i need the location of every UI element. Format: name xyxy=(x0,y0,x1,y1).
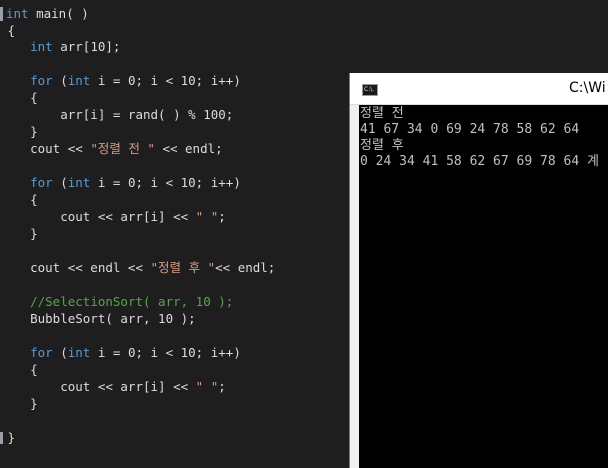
code-line: cout << arr[i] << " "; xyxy=(0,378,226,395)
code-line: } xyxy=(0,225,38,242)
code-token-plain: arr[10]; xyxy=(52,39,121,54)
code-line: for (int i = 0; i < 10; i++) xyxy=(0,344,241,361)
code-token-plain: { xyxy=(0,362,38,377)
console-output-line: 41 67 34 0 69 24 78 58 62 64 xyxy=(360,122,580,137)
code-line: cout << "정렬 전 " << endl; xyxy=(0,140,223,157)
console-app-icon[interactable]: C:\. xyxy=(362,84,378,96)
code-token-plain: << endl; xyxy=(215,260,276,275)
code-line: { xyxy=(0,361,38,378)
code-token-plain: ( xyxy=(52,73,68,88)
code-token-plain: i = 0; i < 10; i++) xyxy=(90,175,241,190)
code-token-kw: int xyxy=(67,73,91,88)
code-line: { xyxy=(0,191,38,208)
code-token-plain: ( xyxy=(52,345,68,360)
code-token-kw: for xyxy=(30,175,53,190)
code-token-plain: ; xyxy=(218,209,226,224)
code-token-plain: ; xyxy=(218,379,226,394)
fold-marker[interactable] xyxy=(0,7,3,21)
console-window[interactable]: C:\. C:\Wi 정렬 전 41 67 34 0 69 24 78 58 6… xyxy=(349,73,608,468)
code-token-plain: } xyxy=(0,124,38,139)
code-token-kw: int xyxy=(30,39,53,54)
code-token-plain: } xyxy=(0,226,38,241)
code-token-plain: BubbleSort( arr, 10 ); xyxy=(0,311,196,326)
code-token-plain: } xyxy=(0,430,16,445)
code-token-plain: { xyxy=(0,192,38,207)
console-icon-label: C:\. xyxy=(364,86,375,93)
code-line: } xyxy=(0,395,38,412)
code-token-plain: main( ) xyxy=(28,6,89,21)
code-line: cout << arr[i] << " "; xyxy=(0,208,226,225)
code-token-plain: i = 0; i < 10; i++) xyxy=(90,345,241,360)
code-line: } xyxy=(0,429,16,446)
code-token-kw: for xyxy=(30,73,53,88)
console-output-area[interactable]: 정렬 전 41 67 34 0 69 24 78 58 62 64 정렬 후 0… xyxy=(359,105,608,468)
console-output-line: 정렬 전 xyxy=(360,106,404,121)
code-token-plain: ( xyxy=(52,175,68,190)
console-output-line: 0 24 34 41 58 62 67 69 78 64 계 xyxy=(360,154,599,169)
code-token-plain: cout << endl << xyxy=(0,260,151,275)
code-line: { xyxy=(0,89,38,106)
code-line: for (int i = 0; i < 10; i++) xyxy=(0,174,241,191)
code-line: BubbleSort( arr, 10 ); xyxy=(0,310,196,327)
code-line: int arr[10]; xyxy=(0,38,120,55)
code-token-str: " " xyxy=(195,209,219,224)
code-line: for (int i = 0; i < 10; i++) xyxy=(0,72,241,89)
console-title: C:\Wi xyxy=(569,80,606,96)
code-token-plain: arr[i] = rand( ) % 100; xyxy=(0,107,234,122)
code-token-str: "정렬 전 " xyxy=(90,141,155,156)
code-line: { xyxy=(0,22,16,39)
code-token-cmt: //SelectionSort( arr, 10 ); xyxy=(30,294,234,309)
code-line: cout << endl << "정렬 후 "<< endl; xyxy=(0,259,275,276)
code-token-plain: cout << arr[i] << xyxy=(0,209,196,224)
code-token-kw: int xyxy=(67,175,91,190)
console-output-line: 정렬 후 xyxy=(360,138,404,153)
code-token-kw: int xyxy=(6,6,29,21)
code-line: //SelectionSort( arr, 10 ); xyxy=(0,293,233,310)
code-line: arr[i] = rand( ) % 100; xyxy=(0,106,233,123)
code-token-str: " " xyxy=(195,379,219,394)
code-token-plain: cout << arr[i] << xyxy=(0,379,196,394)
code-token-plain: { xyxy=(0,90,38,105)
code-token-plain: } xyxy=(0,396,38,411)
code-token-str: "정렬 후 " xyxy=(150,260,216,275)
code-token-kw: for xyxy=(30,345,53,360)
code-line: int main( ) xyxy=(6,5,89,22)
console-title-bar[interactable]: C:\. C:\Wi xyxy=(350,73,608,105)
code-token-kw: int xyxy=(67,345,91,360)
code-token-plain: << endl; xyxy=(154,141,223,156)
code-token-plain: i = 0; i < 10; i++) xyxy=(90,73,241,88)
code-token-plain: { xyxy=(0,23,16,38)
code-line: } xyxy=(0,123,38,140)
code-token-plain: cout << xyxy=(0,141,91,156)
